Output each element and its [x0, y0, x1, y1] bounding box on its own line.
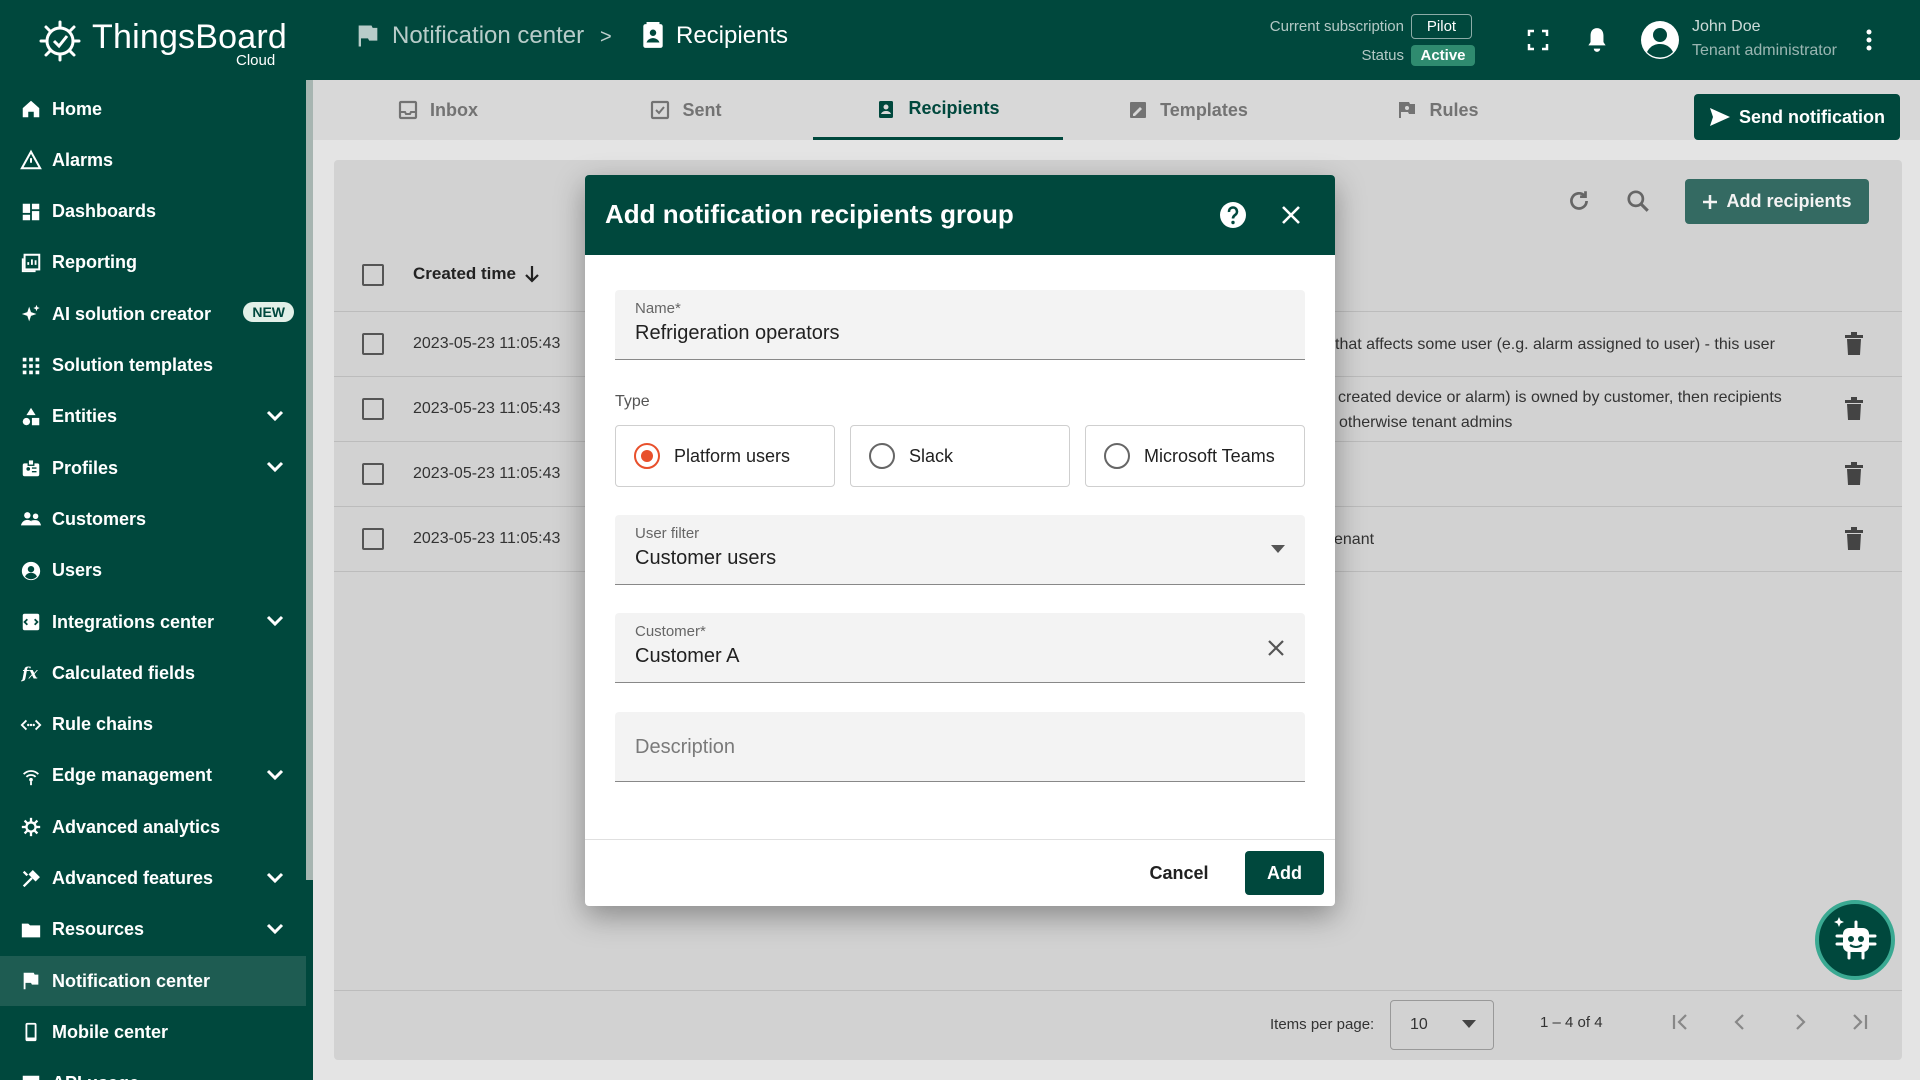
user-filter-select[interactable]: User filter Customer users	[615, 515, 1305, 585]
description-field[interactable]: Description	[615, 712, 1305, 782]
dialog-header: Add notification recipients group	[585, 175, 1335, 255]
radio-circle-icon	[869, 443, 895, 469]
ai-assistant-button[interactable]	[1815, 900, 1895, 980]
description-placeholder: Description	[635, 736, 736, 758]
type-radio-platform-users[interactable]: Platform users	[615, 425, 835, 487]
name-field-label: Name*	[635, 300, 681, 317]
customer-field-label: Customer*	[635, 623, 706, 640]
customer-field-value: Customer A	[635, 645, 740, 667]
dropdown-arrow-icon	[1271, 545, 1285, 553]
user-filter-label: User filter	[635, 525, 700, 542]
add-recipients-group-dialog: Add notification recipients group Name* …	[585, 175, 1335, 906]
radio-label: Microsoft Teams	[1144, 445, 1275, 466]
cancel-button[interactable]: Cancel	[1139, 851, 1219, 895]
dialog-footer	[585, 839, 1335, 906]
add-button[interactable]: Add	[1245, 851, 1324, 895]
dialog-title: Add notification recipients group	[605, 199, 1014, 229]
robot-icon	[1834, 917, 1877, 960]
customer-field[interactable]: Customer* Customer A	[615, 613, 1305, 683]
name-field[interactable]: Name* Refrigeration operators	[615, 290, 1305, 360]
type-radio-slack[interactable]: Slack	[850, 425, 1070, 487]
name-field-value: Refrigeration operators	[635, 322, 840, 344]
radio-label: Platform users	[674, 445, 791, 466]
radio-label: Slack	[909, 445, 954, 466]
help-icon[interactable]	[1219, 201, 1247, 229]
radio-circle-icon	[1104, 443, 1130, 469]
radio-circle-icon	[634, 443, 660, 469]
type-radio-microsoft-teams[interactable]: Microsoft Teams	[1085, 425, 1305, 487]
clear-icon[interactable]	[1266, 638, 1286, 658]
type-label: Type	[615, 393, 650, 410]
user-filter-value: Customer users	[635, 547, 777, 569]
close-icon[interactable]	[1279, 203, 1303, 227]
